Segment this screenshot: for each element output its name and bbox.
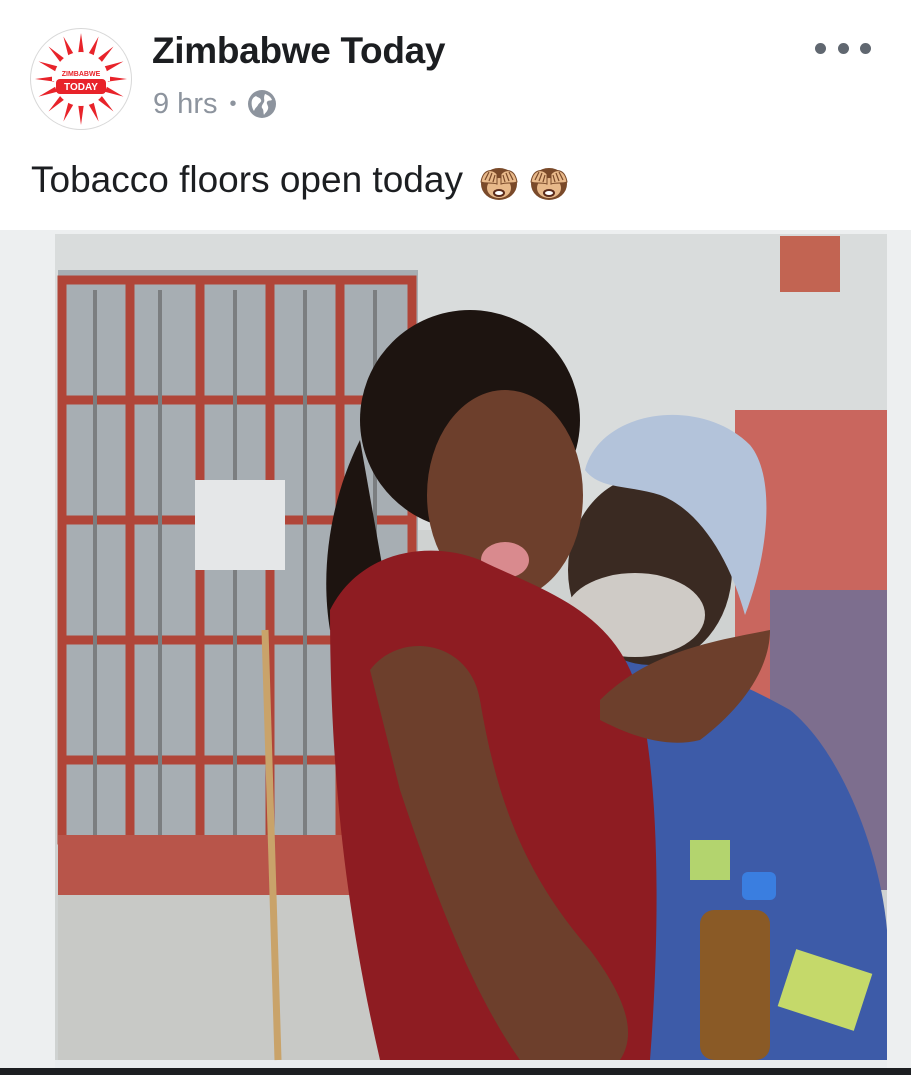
meta-separator: • — [229, 92, 237, 115]
globe-icon[interactable] — [247, 89, 277, 119]
caption-text: Tobacco floors open today — [31, 159, 463, 200]
post-caption: Tobacco floors open today — [31, 158, 571, 202]
logo-text-bottom: TODAY — [64, 82, 98, 93]
logo-sun-ray — [103, 61, 124, 72]
zimbabwe-today-logo: ZIMBABWE TODAY — [35, 33, 127, 125]
logo-sun-ray — [63, 36, 74, 57]
logo-text-top: ZIMBABWE — [62, 71, 101, 78]
see-no-evil-monkey-emoji — [480, 168, 518, 200]
logo-sun-ray — [78, 104, 84, 125]
logo-sun-ray — [38, 86, 59, 97]
post-meta: 9 hrs • — [153, 86, 277, 122]
see-no-evil-monkey-emoji — [530, 168, 568, 200]
facebook-post: ZIMBABWE TODAY Zimbabwe Today 9 hrs • To… — [0, 0, 911, 1075]
logo-sun-ray — [38, 61, 59, 72]
page-avatar[interactable]: ZIMBABWE TODAY — [30, 28, 132, 130]
post-photo-image — [0, 230, 911, 1068]
logo-sun-ray — [88, 101, 99, 122]
page-name-link[interactable]: Zimbabwe Today — [152, 30, 446, 72]
post-header: ZIMBABWE TODAY Zimbabwe Today 9 hrs • — [0, 0, 911, 140]
divider — [0, 1068, 911, 1075]
post-photo[interactable] — [0, 230, 911, 1068]
logo-sun-ray — [63, 101, 74, 122]
post-timestamp[interactable]: 9 hrs — [153, 88, 217, 121]
logo-sun-ray — [78, 33, 84, 54]
caption-emoji-group — [477, 158, 571, 202]
logo-sun-ray — [88, 36, 99, 57]
logo-sun-ray — [103, 86, 124, 97]
more-options-icon[interactable] — [815, 34, 871, 62]
